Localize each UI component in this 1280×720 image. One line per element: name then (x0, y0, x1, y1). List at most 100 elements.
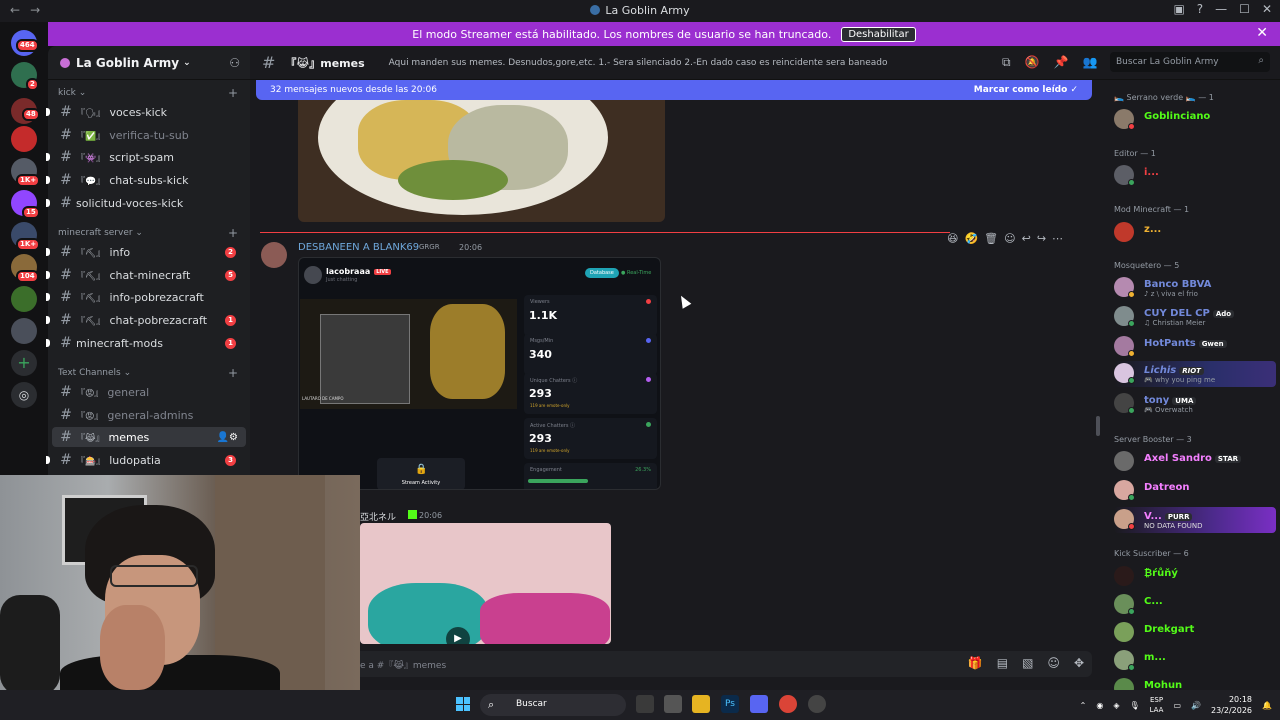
minimize-icon[interactable]: — (1215, 2, 1227, 16)
message-author[interactable]: DESBANEEN A BLANK69 (298, 242, 419, 253)
member-item[interactable]: i... (1114, 163, 1276, 189)
channel-chat-pobrezacraft[interactable]: # 『⛏』 chat-pobrezacraft 1 (46, 310, 246, 330)
network-icon[interactable]: ▭ (1173, 701, 1181, 710)
member-item[interactable]: Lichis RIOT 🎮 why you ping me (1114, 361, 1276, 387)
emoji-icon[interactable]: ☺ (1047, 656, 1060, 670)
channel-script-spam[interactable]: # 『👾』 script-spam (46, 147, 246, 167)
channel-solicitud-voces-kick[interactable]: # solicitud-voces-kick (46, 193, 246, 213)
search-input[interactable]: Buscar La Goblin Army ⌕ (1110, 52, 1270, 72)
apps-icon[interactable]: ✥ (1074, 656, 1084, 670)
member-item[interactable]: z... (1114, 220, 1276, 246)
channel-info[interactable]: # 『⛏』 info 2 (46, 242, 246, 262)
invite-icon[interactable]: ⚇ (229, 56, 240, 70)
threads-icon[interactable]: ⧉ (1002, 55, 1011, 70)
scrollbar[interactable] (1096, 416, 1100, 436)
channel-memes[interactable]: # 『😹』 memes 👤⚙ (52, 427, 246, 447)
more-icon[interactable]: ⋯ (1052, 232, 1063, 245)
unread-indicator (46, 316, 50, 324)
close-window-icon[interactable]: ✕ (1262, 2, 1272, 16)
reaction-emoji-icon[interactable]: 😆 (947, 232, 958, 245)
video-attachment[interactable]: ▶ (360, 523, 611, 644)
discover-icon[interactable]: ◎ (11, 382, 37, 408)
play-icon[interactable]: ▶ (446, 627, 470, 644)
channel-general[interactable]: # 『😡』 general (52, 382, 246, 402)
add-reaction-icon[interactable]: ☺ (1004, 232, 1015, 245)
member-group-header: 🛌 Serrano verde 🛌 — 1 (1114, 93, 1214, 102)
taskbar-search[interactable]: ⌕ Buscar (480, 694, 626, 716)
chevron-up-icon[interactable]: ⌃ (1080, 701, 1087, 710)
mute-bell-icon[interactable]: 🔕 (1025, 55, 1040, 70)
add-channel-icon[interactable]: + (228, 86, 238, 100)
mark-as-read-button[interactable]: Marcar como leído ✓ (974, 85, 1078, 95)
help-icon[interactable]: ? (1197, 2, 1203, 16)
task-view-icon[interactable] (636, 695, 654, 713)
category-text-channels[interactable]: Text Channels ⌄ + (58, 366, 238, 380)
channel-chat-minecraft[interactable]: # 『⛏』 chat-minecraft 5 (46, 265, 246, 285)
member-item[interactable]: V... PURR NO DATA FOUND (1114, 507, 1276, 533)
chrome-icon[interactable] (779, 695, 797, 713)
inbox-icon[interactable]: ▣ (1173, 2, 1184, 16)
add-channel-icon[interactable]: + (228, 226, 238, 240)
add-channel-icon[interactable]: + (228, 366, 238, 380)
member-item[interactable]: Axel Sandro STAR (1114, 449, 1276, 475)
clock[interactable]: 20:18 23/2/2026 (1211, 694, 1252, 716)
category-kick[interactable]: kick ⌄ + (58, 86, 238, 100)
food-image-attachment[interactable] (298, 100, 665, 222)
server-icon[interactable] (11, 286, 37, 312)
app-icon[interactable] (664, 695, 682, 713)
message-input[interactable]: e a #『😹』memes 🎁 ▤ ▧ ☺ ✥ (260, 651, 1092, 677)
channel-info-pobrezacraft[interactable]: # 『⛏』 info-pobrezacraft (46, 287, 246, 307)
channel-general-admins[interactable]: # 『😡』 general-admins (52, 405, 246, 425)
member-item[interactable]: C... (1114, 592, 1276, 618)
server-icon[interactable] (11, 318, 37, 344)
volume-icon[interactable]: 🔊 (1191, 701, 1201, 710)
reaction-emoji-icon[interactable]: 🤣 (964, 232, 978, 245)
channel-ludopatia[interactable]: # 『🎰』 ludopatia 3 (46, 450, 246, 470)
server-header[interactable]: La Goblin Army ⌄ ⚇ (48, 46, 250, 80)
dashboard-image-attachment[interactable]: lacobraaa LIVE Just chatting Database ● R… (298, 257, 661, 490)
member-item[interactable]: Datreon (1114, 478, 1276, 504)
new-messages-bar[interactable]: 32 mensajes nuevos desde las 20:06 Marca… (256, 80, 1092, 100)
maximize-icon[interactable]: ☐ (1239, 2, 1250, 16)
gif-icon[interactable]: ▤ (997, 656, 1008, 670)
language-indicator[interactable]: ESP LAA (1150, 695, 1164, 715)
message-author[interactable]: 亞北ネル (360, 510, 396, 523)
member-item[interactable]: m... (1114, 648, 1276, 674)
discord-icon[interactable] (750, 695, 768, 713)
settings-gear-icon[interactable]: 👤⚙ (217, 432, 238, 443)
tray-app-icon[interactable]: ◉ (1096, 701, 1103, 710)
gift-icon[interactable]: 🎁 (968, 656, 983, 670)
category-minecraft[interactable]: minecraft server ⌄ + (58, 226, 238, 240)
app-icon[interactable] (808, 695, 826, 713)
server-icon[interactable] (11, 126, 37, 152)
member-item[interactable]: ₿ŕůňý (1114, 564, 1276, 590)
tray-app-icon[interactable]: ◈ (1113, 701, 1119, 710)
sticker-icon[interactable]: ▧ (1022, 656, 1033, 670)
microphone-icon[interactable]: 🎙 (1129, 701, 1139, 710)
add-server-icon[interactable]: + (11, 350, 37, 376)
reply-icon[interactable]: ↩ (1022, 232, 1031, 245)
member-item[interactable]: Mohun (1114, 676, 1276, 690)
windows-start-icon[interactable] (456, 697, 470, 711)
pin-icon[interactable]: 📌 (1054, 55, 1069, 70)
channel-topic[interactable]: Aqui manden sus memes. Desnudos,gore,etc… (389, 58, 888, 68)
notification-icon[interactable]: 🔔 (1262, 701, 1272, 710)
file-explorer-icon[interactable] (692, 695, 710, 713)
photoshop-icon[interactable]: Ps (721, 695, 739, 713)
member-item[interactable]: HotPants Gwen (1114, 334, 1276, 360)
reaction-emoji-icon[interactable]: 🗑 (984, 232, 998, 245)
forward-icon[interactable]: ↪ (1037, 232, 1046, 245)
channel-voces-kick[interactable]: # 『🗣』 voces-kick (46, 102, 246, 122)
close-icon[interactable]: ✕ (1256, 25, 1268, 41)
member-item[interactable]: Goblinciano (1114, 107, 1276, 133)
channel-chat-subs-kick[interactable]: # 『💬』 chat-subs-kick (46, 170, 246, 190)
channel-minecraft-mods[interactable]: # minecraft-mods 1 (46, 333, 246, 353)
avatar[interactable] (261, 242, 287, 268)
disable-streamer-button[interactable]: Deshabilitar (841, 26, 916, 42)
channel-verifica-tu-sub[interactable]: # 『✅』 verifica-tu-sub (52, 125, 246, 145)
member-item[interactable]: Drekgart (1114, 620, 1276, 646)
member-item[interactable]: CUY DEL CP Ado ♫ Christian Meier (1114, 304, 1276, 330)
member-item[interactable]: tony UMA 🎮 Overwatch (1114, 391, 1276, 417)
members-icon[interactable]: 👥 (1082, 55, 1097, 70)
member-item[interactable]: Banco BBVA ♪ z \ viva el frio (1114, 275, 1276, 301)
